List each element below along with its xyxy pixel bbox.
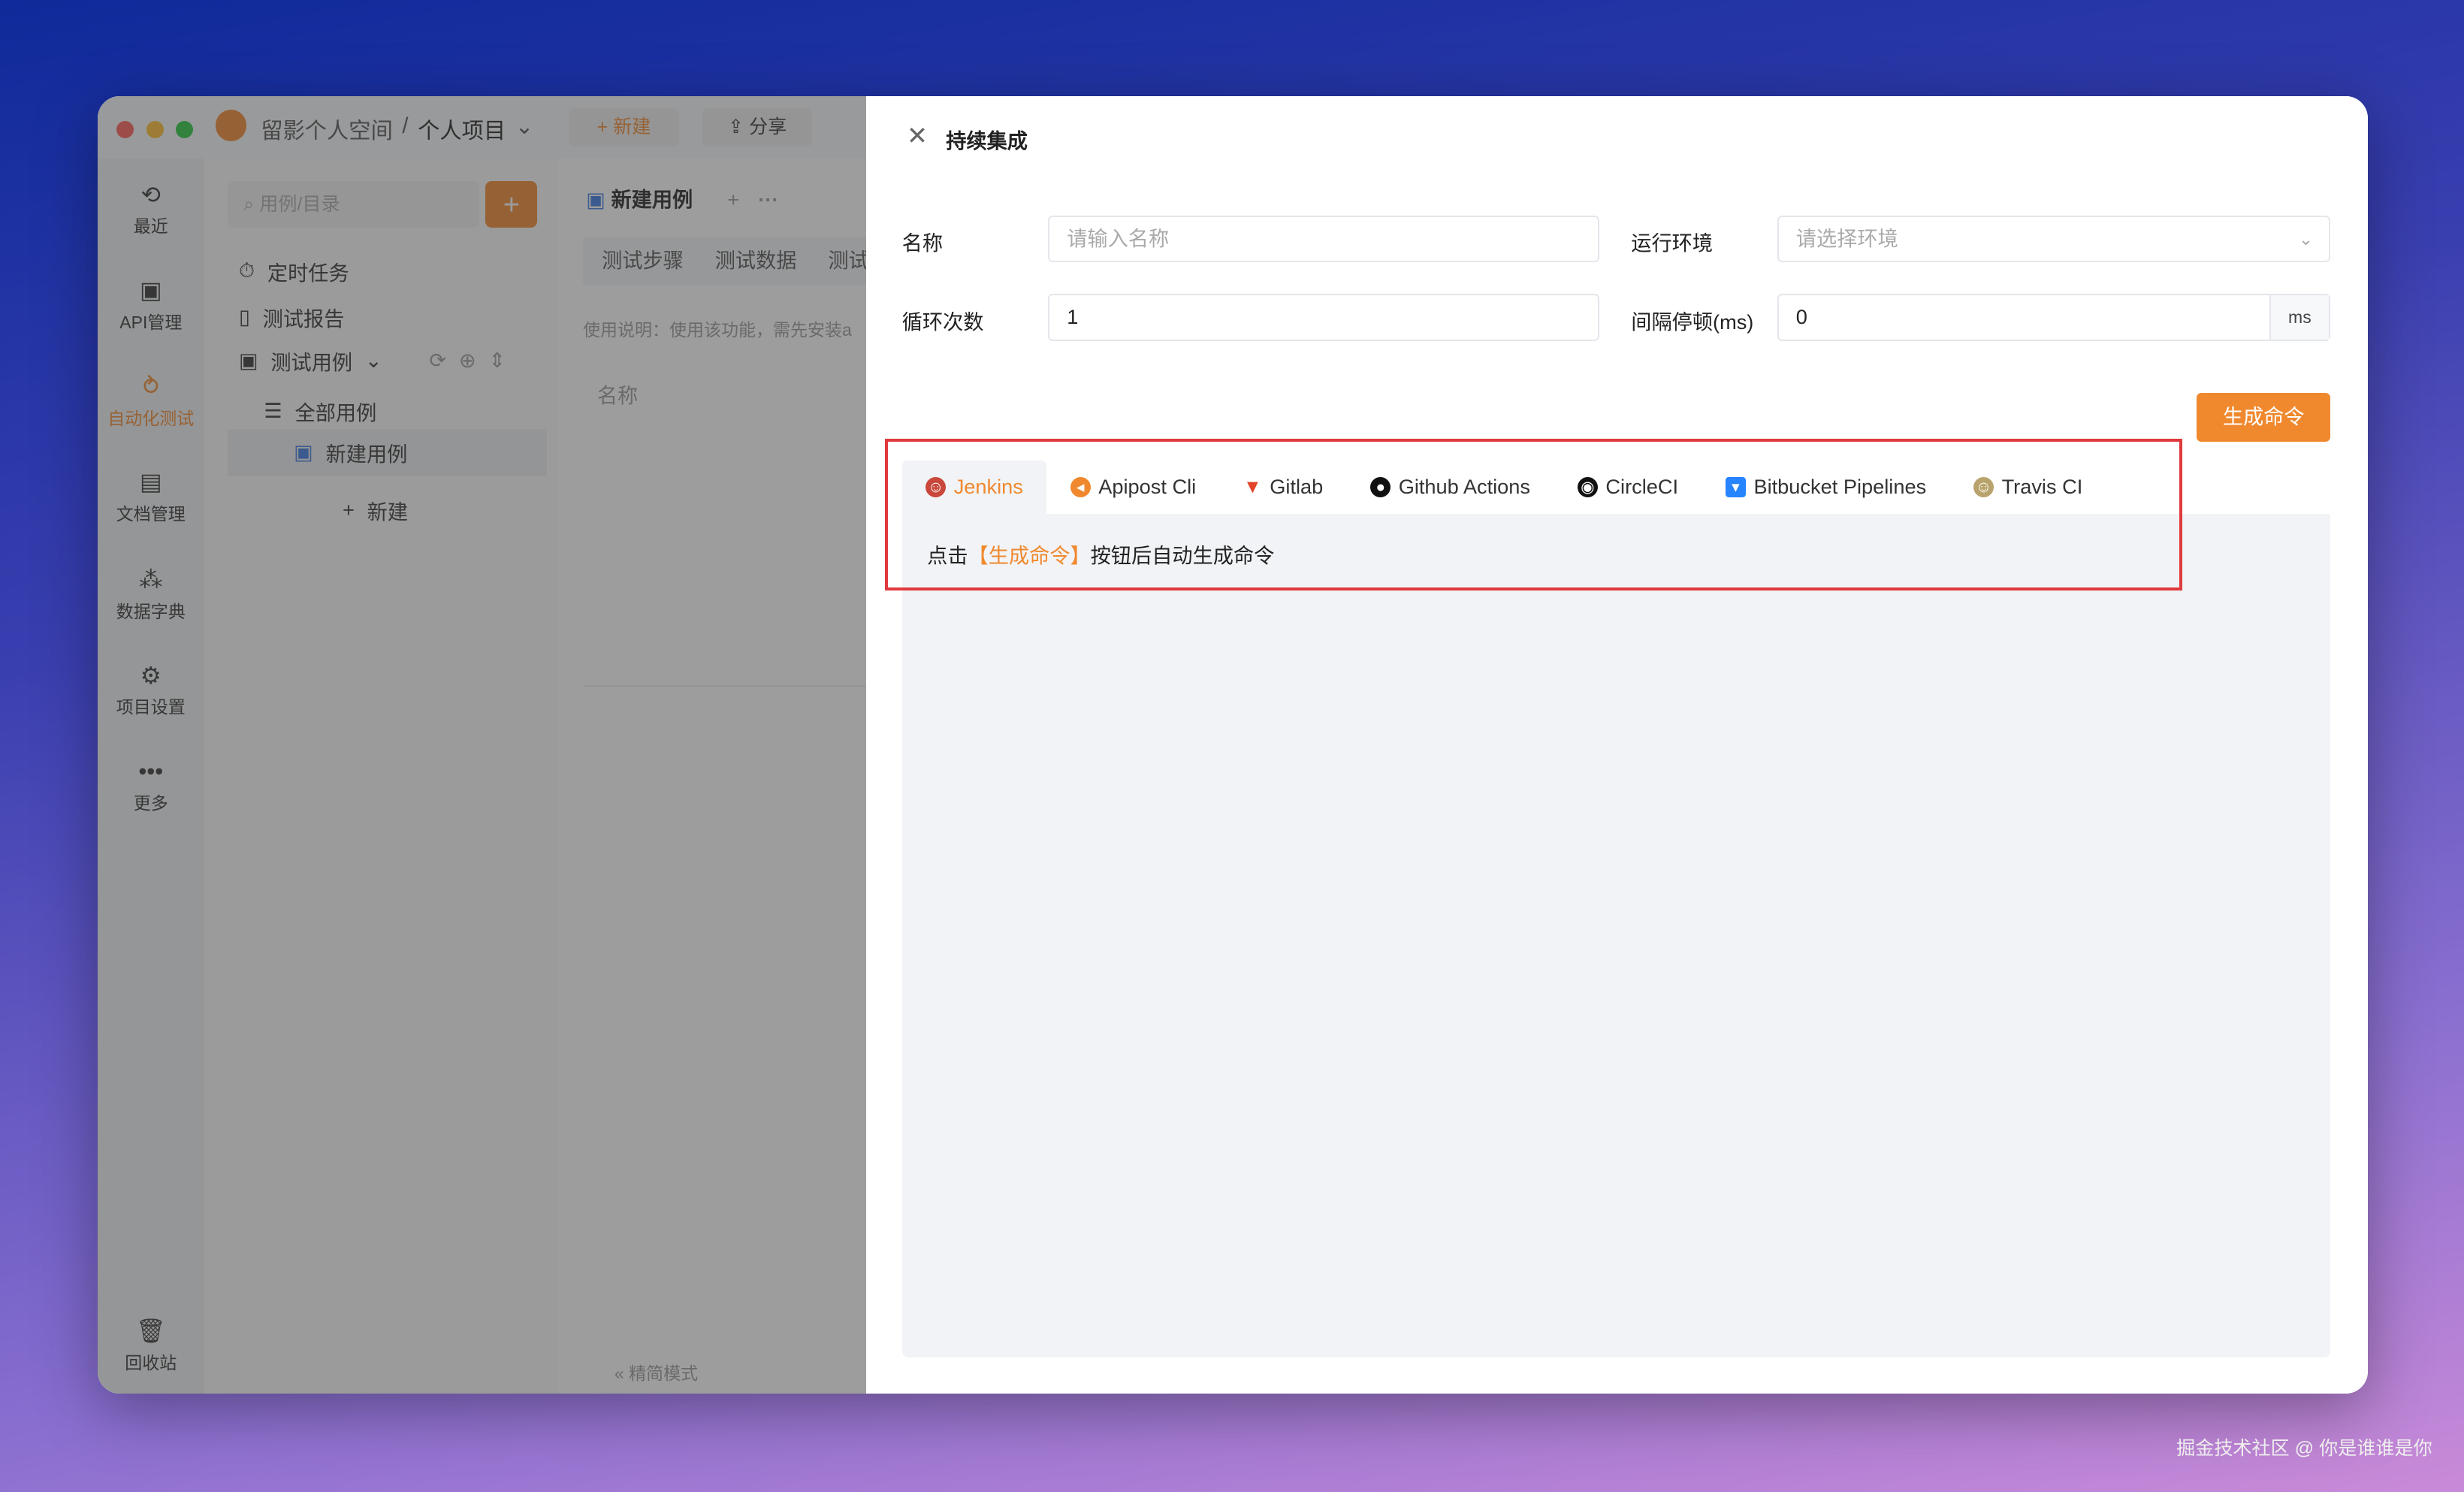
close-icon[interactable]: ✕ [907,121,928,151]
env-label: 运行环境 [1631,231,1714,255]
command-output-panel: 点击【生成命令】按钮后自动生成命令 [901,514,2331,1358]
interval-label: 间隔停顿(ms) [1631,310,1754,334]
env-select[interactable]: 请选择环境 ⌄ [1777,215,2331,263]
app-window: 留影个人空间 / 个人项目 ⌄ + 新建 ⇪ 分享 ⟲最近 ▣API管理 ⥁自动… [97,95,2369,1394]
interval-input[interactable]: 0 ms [1777,294,2331,341]
name-label: 名称 [901,231,944,255]
loop-input[interactable]: 1 [1048,294,1600,341]
name-placeholder: 请输入名称 [1067,226,1170,250]
main-app: 留影个人空间 / 个人项目 ⌄ + 新建 ⇪ 分享 ⟲最近 ▣API管理 ⥁自动… [97,95,898,1394]
loop-value: 1 [1067,305,1079,329]
chevron-down-icon: ⌄ [2298,228,2314,249]
loop-label: 循环次数 [901,310,984,334]
watermark: 掘金技术社区 @ 你是谁谁是你 [2176,1437,2432,1459]
highlight-annotation-box [884,438,2183,591]
interval-value: 0 [1795,305,1807,329]
generate-command-button[interactable]: 生成命令 [2197,392,2331,442]
interval-unit: ms [2269,295,2330,340]
env-placeholder: 请选择环境 [1795,226,1898,250]
modal-mask[interactable] [97,95,866,1394]
name-input[interactable]: 请输入名称 [1048,215,1600,263]
drawer-title: 持续集成 [946,129,1028,153]
ci-drawer: ✕ 持续集成 名称 请输入名称 运行环境 请选择环境 ⌄ 循环次数 1 间隔停顿(… [865,95,2369,1394]
